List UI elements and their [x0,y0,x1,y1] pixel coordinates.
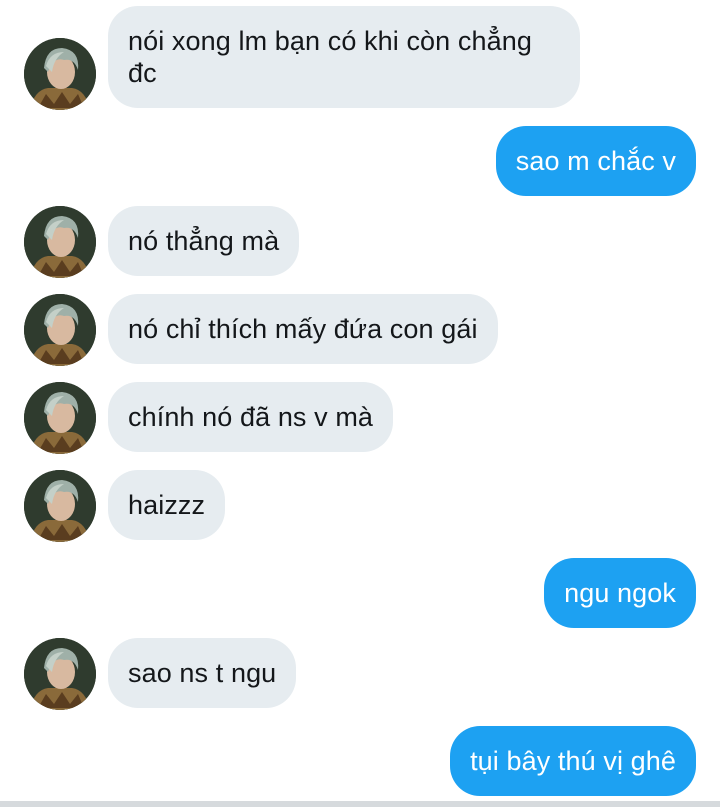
message-bubble-incoming[interactable]: haizzz [108,470,226,540]
message-bubble-incoming[interactable]: nói xong lm bạn có khi còn chẳng đc [108,6,580,108]
bottom-divider [0,801,720,807]
contact-avatar-icon[interactable] [24,638,96,710]
message-bubble-incoming[interactable]: sao ns t ngu [108,638,297,708]
contact-avatar-icon[interactable] [24,38,96,110]
contact-avatar-icon[interactable] [24,206,96,278]
message-bubble-outgoing[interactable]: tụi bây thú vị ghê [450,726,696,796]
chat-conversation: nói xong lm bạn có khi còn chẳng đc sao … [0,0,720,802]
message-bubble-outgoing[interactable]: ngu ngok [544,558,696,628]
message-bubble-incoming[interactable]: nó chỉ thích mấy đứa con gái [108,294,498,364]
message-bubble-incoming[interactable]: nó thẳng mà [108,206,300,276]
contact-avatar-icon[interactable] [24,470,96,542]
message-bubble-outgoing[interactable]: sao m chắc v [495,126,696,196]
contact-avatar-icon[interactable] [24,382,96,454]
contact-avatar-icon[interactable] [24,294,96,366]
message-bubble-incoming[interactable]: chính nó đã ns v mà [108,382,394,452]
